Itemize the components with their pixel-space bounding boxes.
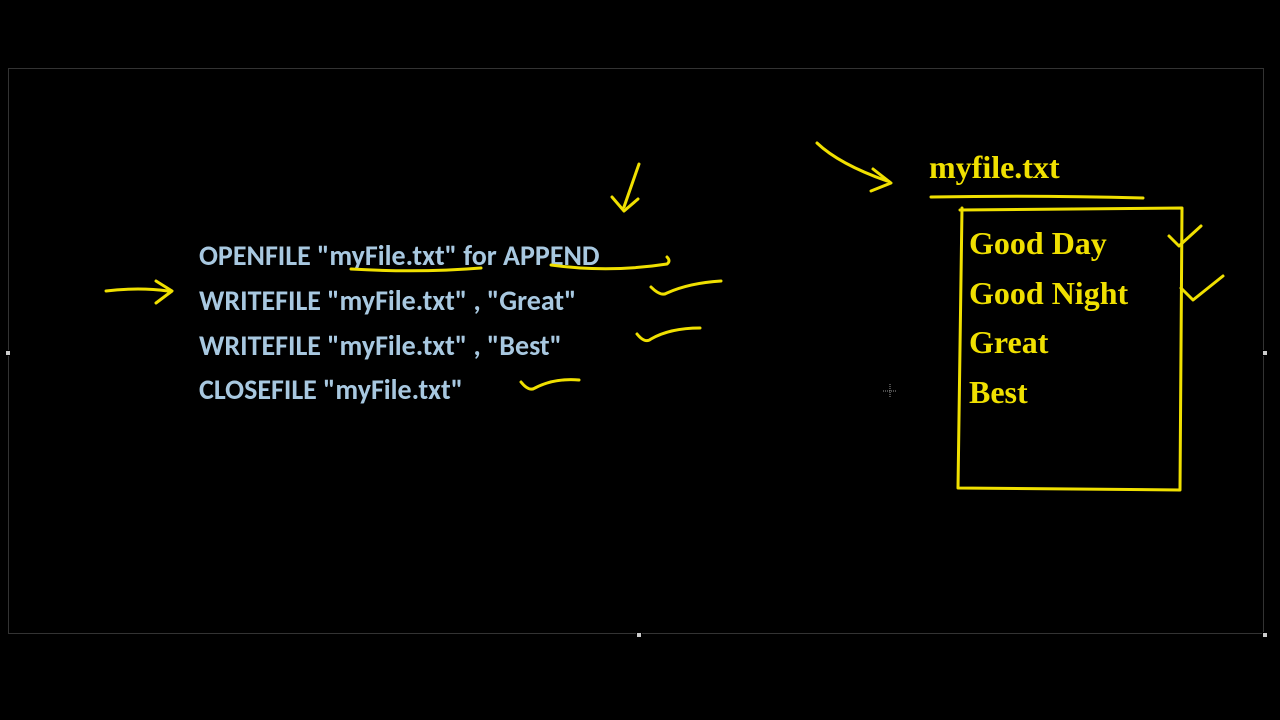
- code-block: OPENFILE "myFile.txt" for APPEND WRITEFI…: [199, 234, 600, 413]
- drawing-canvas[interactable]: OPENFILE "myFile.txt" for APPEND WRITEFI…: [8, 68, 1264, 634]
- arrow-right-icon: [809, 139, 909, 204]
- checkmark-icon: [649, 279, 729, 309]
- resize-handle-icon[interactable]: [1262, 632, 1268, 638]
- checkmark-icon: [635, 324, 710, 354]
- arrow-down-icon: [604, 159, 664, 234]
- file-line: Good Night: [969, 269, 1128, 319]
- file-line: Best: [969, 368, 1128, 418]
- code-line-3: WRITEFILE "myFile.txt" , "Best": [199, 324, 600, 369]
- checkmark-icon: [1167, 224, 1207, 259]
- cursor-crosshair-icon: [883, 384, 897, 403]
- code-line-4: CLOSEFILE "myFile.txt": [199, 368, 600, 413]
- underline-annotation: [929, 187, 1149, 206]
- code-line-2: WRITEFILE "myFile.txt" , "Great": [199, 279, 600, 324]
- resize-handle-icon[interactable]: [5, 350, 11, 356]
- file-name-label: myfile.txt: [929, 149, 1060, 186]
- file-contents: Good Day Good Night Great Best: [969, 219, 1128, 417]
- code-line-1: OPENFILE "myFile.txt" for APPEND: [199, 234, 600, 279]
- arrow-right-icon: [104, 279, 184, 314]
- resize-handle-icon[interactable]: [1262, 350, 1268, 356]
- file-line: Great: [969, 318, 1128, 368]
- resize-handle-icon[interactable]: [636, 632, 642, 638]
- file-line: Good Day: [969, 219, 1128, 269]
- checkmark-icon: [1179, 274, 1229, 314]
